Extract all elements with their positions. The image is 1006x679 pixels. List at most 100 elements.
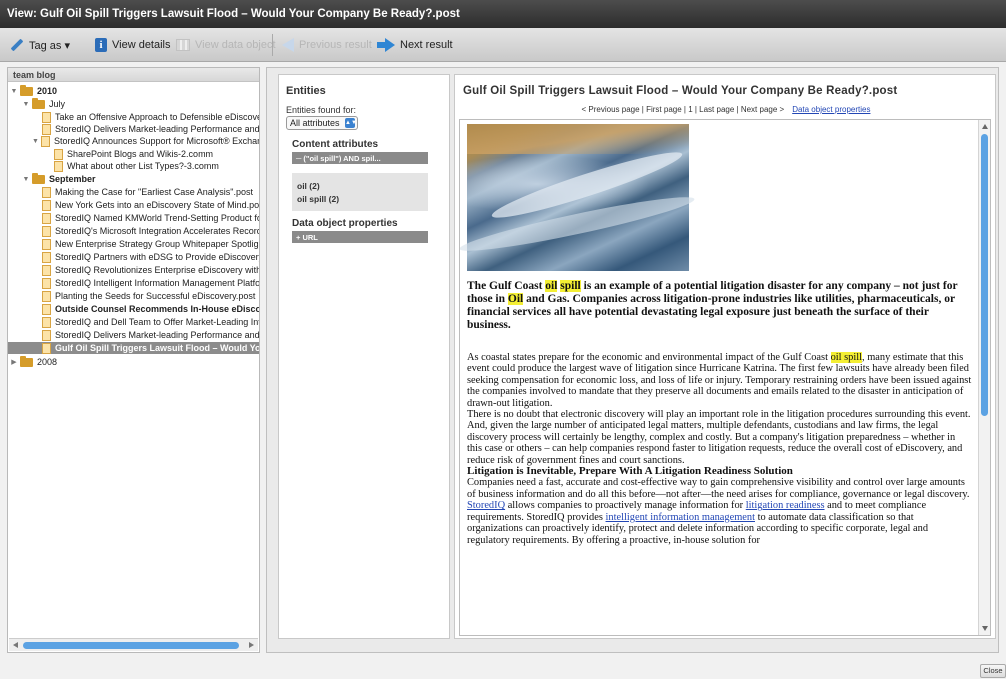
- previous-result-button[interactable]: Previous result: [282, 28, 372, 62]
- document-icon: [42, 329, 51, 341]
- document-icon: [42, 316, 51, 328]
- tree-node[interactable]: Take an Offensive Approach to Defensible…: [8, 111, 259, 123]
- document-icon: [42, 199, 51, 211]
- tree-node-label: Outside Counsel Recommends In-House eDis…: [55, 304, 259, 314]
- tree-node-label: StoredIQ Partners with eDSG to Provide e…: [55, 252, 259, 262]
- view-details-button[interactable]: i View details: [95, 28, 171, 62]
- tree-node-label: StoredIQ's Microsoft Integration Acceler…: [55, 226, 259, 236]
- scrollbar-thumb[interactable]: [981, 134, 988, 416]
- view-data-object-label: View data object: [195, 39, 276, 51]
- scrollbar-thumb[interactable]: [23, 642, 239, 649]
- data-object-properties-link[interactable]: Data object properties: [792, 105, 870, 114]
- body-paragraph: StoredIQ allows companies to proactively…: [467, 500, 929, 546]
- document-icon: [54, 148, 63, 160]
- tree-node-label: September: [49, 174, 96, 184]
- entities-title: Entities: [286, 85, 326, 97]
- tree: ▼ 2010 ▼ July Take an Offensive Approach…: [8, 82, 259, 638]
- document-icon: [42, 251, 51, 263]
- tree-node-2010[interactable]: ▼ 2010: [8, 84, 259, 97]
- expand-triangle-icon[interactable]: ▼: [22, 176, 30, 183]
- tree-node-label: StoredIQ Intelligent Information Managem…: [55, 278, 259, 288]
- tree-node[interactable]: StoredIQ and Dell Team to Offer Market-L…: [8, 316, 259, 328]
- scroll-left-icon[interactable]: [13, 642, 18, 648]
- tree-node[interactable]: ▼ StoredIQ Announces Support for Microso…: [8, 135, 259, 147]
- expand-triangle-icon[interactable]: ▼: [22, 101, 30, 108]
- oil-spill-photo: [460, 124, 697, 271]
- tree-node[interactable]: Outside Counsel Recommends In-House eDis…: [8, 303, 259, 315]
- tree-node[interactable]: StoredIQ's Microsoft Integration Acceler…: [8, 225, 259, 237]
- tree-node-label: StoredIQ Delivers Market-leading Perform…: [55, 124, 259, 134]
- tree-panel: team blog ▼ 2010 ▼ July Take an Offensiv…: [7, 67, 260, 653]
- attribute-value[interactable]: oil (2): [297, 181, 320, 191]
- pager-links[interactable]: < Previous page | First page | 1 | Last …: [582, 105, 785, 114]
- document-icon: [42, 264, 51, 276]
- document-icon: [40, 135, 50, 147]
- tree-node-july[interactable]: ▼ July: [8, 97, 259, 110]
- tree-node[interactable]: New Enterprise Strategy Group Whitepaper…: [8, 238, 259, 250]
- document-viewer: Gulf Oil Spill Triggers Lawsuit Flood – …: [454, 74, 996, 639]
- tree-node[interactable]: StoredIQ Revolutionizes Enterprise eDisc…: [8, 264, 259, 276]
- pencil-icon: [10, 38, 24, 52]
- scroll-up-icon[interactable]: [982, 124, 988, 129]
- tree-node-label: StoredIQ Announces Support for Microsoft…: [53, 136, 259, 146]
- arrow-right-icon: [377, 38, 395, 52]
- tree-node-2008[interactable]: ▶ 2008: [8, 355, 259, 368]
- body-paragraph: As coastal states prepare for the econom…: [467, 352, 972, 409]
- intelligent-information-management-link[interactable]: intelligent information management: [606, 512, 755, 523]
- tree-node[interactable]: StoredIQ Delivers Market-leading Perform…: [8, 329, 259, 341]
- tree-horizontal-scrollbar[interactable]: [9, 638, 258, 651]
- document-icon: [42, 212, 51, 224]
- data-object-properties-label: Data object properties: [292, 218, 398, 229]
- storediq-link[interactable]: StoredIQ: [467, 500, 505, 511]
- document-vertical-scrollbar[interactable]: [978, 120, 990, 635]
- document-icon: [42, 123, 51, 135]
- select-arrows-icon: ▲▼: [345, 118, 357, 128]
- tree-node-label: Take an Offensive Approach to Defensible…: [55, 112, 259, 122]
- document-icon: [42, 238, 51, 250]
- scroll-right-icon[interactable]: [249, 642, 254, 648]
- document-content: The Gulf Coast oil spill is an example o…: [467, 280, 972, 546]
- tree-node-label: 2010: [37, 86, 58, 96]
- attributes-select[interactable]: All attributes ▲▼: [286, 116, 358, 130]
- previous-result-label: Previous result: [299, 39, 372, 51]
- tag-as-button[interactable]: Tag as ▾: [10, 28, 70, 62]
- pager: < Previous page | First page | 1 | Last …: [455, 105, 997, 114]
- tag-as-label: Tag as ▾: [29, 39, 70, 52]
- document-icon: [42, 186, 51, 198]
- tree-node[interactable]: New York Gets into an eDiscovery State o…: [8, 199, 259, 211]
- scroll-down-icon[interactable]: [982, 626, 988, 631]
- entities-panel: Entities Entities found for: All attribu…: [278, 74, 450, 639]
- view-data-object-button[interactable]: View data object: [176, 28, 276, 62]
- document-icon: [42, 277, 51, 289]
- tree-node[interactable]: What about other List Types?-3.comm: [8, 160, 259, 172]
- body-paragraph: Companies need a fast, accurate and cost…: [467, 477, 970, 500]
- toolbar-divider: [272, 34, 273, 56]
- document-icon: [42, 303, 51, 315]
- tree-node-label: New York Gets into an eDiscovery State o…: [55, 200, 259, 210]
- tree-node[interactable]: Making the Case for "Earliest Case Analy…: [8, 186, 259, 198]
- section-heading: Litigation is Inevitable, Prepare With A…: [467, 465, 793, 478]
- tree-node-september[interactable]: ▼ September: [8, 172, 259, 185]
- url-property-bar[interactable]: + URL: [292, 231, 428, 243]
- tree-node-label: New Enterprise Strategy Group Whitepaper…: [55, 239, 259, 249]
- tree-node[interactable]: StoredIQ Delivers Market-leading Perform…: [8, 123, 259, 135]
- collapse-triangle-icon[interactable]: ▶: [10, 358, 18, 366]
- tree-header: team blog: [8, 68, 259, 82]
- expand-triangle-icon[interactable]: ▼: [32, 138, 39, 145]
- attribute-value[interactable]: oil spill (2): [297, 194, 339, 204]
- folder-icon: [32, 97, 45, 109]
- tree-node[interactable]: StoredIQ Named KMWorld Trend-Setting Pro…: [8, 212, 259, 224]
- tree-node[interactable]: StoredIQ Partners with eDSG to Provide e…: [8, 251, 259, 263]
- close-button[interactable]: Close: [980, 664, 1006, 678]
- attributes-select-value: All attributes: [290, 118, 340, 128]
- tree-node[interactable]: Planting the Seeds for Successful eDisco…: [8, 290, 259, 302]
- tree-node-selected[interactable]: Gulf Oil Spill Triggers Lawsuit Flood – …: [8, 342, 259, 354]
- query-attribute-bar[interactable]: ─ ("oil spill") AND spil...: [292, 152, 428, 164]
- expand-triangle-icon[interactable]: ▼: [10, 88, 18, 95]
- tree-node[interactable]: StoredIQ Intelligent Information Managem…: [8, 277, 259, 289]
- tree-node[interactable]: SharePoint Blogs and Wikis-2.comm: [8, 148, 259, 160]
- tree-node-label: Planting the Seeds for Successful eDisco…: [55, 291, 256, 301]
- litigation-readiness-link[interactable]: litigation readiness: [746, 500, 825, 511]
- next-result-button[interactable]: Next result: [377, 28, 453, 62]
- main-panel: Entities Entities found for: All attribu…: [266, 67, 999, 653]
